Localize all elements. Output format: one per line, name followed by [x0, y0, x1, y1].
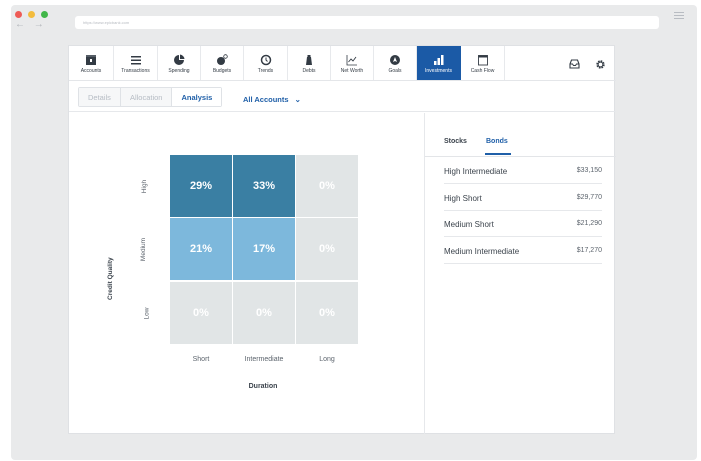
- cash-flow-icon: [477, 55, 488, 66]
- browser-nav-arrows: ← →: [15, 19, 47, 30]
- holding-name: High Short: [444, 194, 482, 203]
- debts-icon: [306, 55, 312, 65]
- heatmap-cell-medium-long: 0%: [296, 218, 358, 280]
- x-tick-label: Short: [192, 356, 210, 363]
- holding-name: Medium Intermediate: [444, 247, 520, 256]
- goals-icon: [390, 55, 400, 65]
- tab-bonds[interactable]: Bonds: [486, 138, 508, 145]
- y-tick-label: Low: [143, 307, 151, 320]
- tab-details[interactable]: Details: [79, 88, 121, 106]
- tab-stocks[interactable]: Stocks: [444, 138, 467, 145]
- y-tick-label: Medium: [140, 237, 148, 262]
- view-tab-group: Details Allocation Analysis: [78, 87, 223, 107]
- x-axis-title: Duration: [248, 383, 278, 390]
- heatmap-cell-high-long: 0%: [296, 155, 358, 217]
- back-arrow-icon[interactable]: ←: [15, 19, 28, 30]
- nav-label: Goals: [388, 68, 402, 74]
- heatmap-cell-low-long: 0%: [296, 282, 358, 344]
- x-tick-label: Long: [319, 356, 335, 363]
- holding-amount: $33,150: [576, 167, 602, 174]
- holding-row[interactable]: Medium Intermediate $17,270: [444, 237, 602, 264]
- nav-transactions[interactable]: Transactions: [114, 46, 158, 80]
- nav-label: Investments: [425, 68, 452, 74]
- hamburger-menu-icon[interactable]: [674, 12, 684, 21]
- heatmap-cell-medium-intermediate: 17%: [233, 218, 295, 280]
- holding-name: High Intermediate: [444, 167, 508, 176]
- spending-icon: [174, 54, 185, 65]
- heatmap-cell-high-short: 29%: [170, 155, 232, 217]
- nav-label: Transactions: [121, 68, 150, 74]
- nav-investments[interactable]: Investments: [417, 46, 461, 80]
- transactions-icon: [130, 56, 141, 65]
- heatmap-cell-medium-short: 21%: [170, 218, 232, 280]
- account-filter-dropdown[interactable]: All Accounts ⌄: [243, 95, 301, 104]
- holding-row[interactable]: High Short $29,770: [444, 184, 602, 211]
- tab-allocation[interactable]: Allocation: [120, 88, 173, 106]
- url-bar[interactable]: https://www.epicbank.com: [75, 16, 659, 29]
- inbox-icon[interactable]: [569, 59, 580, 69]
- nav-accounts[interactable]: Accounts: [69, 46, 114, 80]
- heatmap-cell-low-short: 0%: [170, 282, 232, 344]
- holding-row[interactable]: High Intermediate $33,150: [444, 157, 602, 184]
- nav-label: Debts: [302, 68, 316, 74]
- nav-label: Accounts: [80, 68, 102, 74]
- heatmap-cell-low-intermediate: 0%: [233, 282, 295, 344]
- nav-label: Budgets: [212, 68, 232, 74]
- top-navigation: Accounts Transactions Spending Budgets T…: [69, 46, 616, 81]
- minimize-window-button[interactable]: [28, 11, 35, 18]
- tab-analysis[interactable]: Analysis: [172, 88, 222, 106]
- investments-icon: [433, 55, 443, 65]
- holding-name: Medium Short: [444, 220, 494, 229]
- nav-debts[interactable]: Debts: [288, 46, 331, 80]
- y-axis-title: Credit Quality: [107, 257, 114, 300]
- budgets-icon: [217, 54, 228, 65]
- nav-label: Trends: [257, 68, 274, 74]
- nav-label: Net Worth: [340, 68, 364, 74]
- maximize-window-button[interactable]: [41, 11, 48, 18]
- net-worth-icon: [346, 55, 357, 66]
- holding-amount: $29,770: [576, 194, 602, 201]
- nav-trends[interactable]: Trends: [244, 46, 288, 80]
- nav-goals[interactable]: Goals: [374, 46, 417, 80]
- holdings-tabs: Stocks Bonds: [444, 138, 511, 155]
- nav-label: Cash Flow: [470, 68, 495, 74]
- active-tab-indicator: [485, 153, 511, 155]
- y-tick-label: High: [141, 179, 149, 194]
- browser-toolbar: ← → https://www.epicbank.com: [11, 5, 697, 35]
- heatmap-cell-high-intermediate: 33%: [233, 155, 295, 217]
- holding-amount: $17,270: [576, 247, 602, 254]
- nav-budgets[interactable]: Budgets: [201, 46, 244, 80]
- nav-cash-flow[interactable]: Cash Flow: [461, 46, 505, 80]
- accounts-icon: [86, 55, 96, 65]
- nav-spending[interactable]: Spending: [158, 46, 201, 80]
- trends-icon: [260, 54, 271, 66]
- account-filter-label: All Accounts: [243, 95, 289, 104]
- nav-net-worth[interactable]: Net Worth: [331, 46, 374, 80]
- close-window-button[interactable]: [15, 11, 22, 18]
- holding-amount: $21,290: [576, 220, 602, 227]
- holding-row[interactable]: Medium Short $21,290: [444, 210, 602, 237]
- chevron-down-icon: ⌄: [294, 95, 301, 104]
- panel-divider: [424, 113, 425, 434]
- sub-navigation: Details Allocation Analysis All Accounts…: [69, 82, 616, 112]
- nav-label: Spending: [168, 68, 190, 74]
- forward-arrow-icon[interactable]: →: [34, 19, 47, 30]
- app-panel: Accounts Transactions Spending Budgets T…: [68, 45, 616, 434]
- x-tick-label: Intermediate: [244, 356, 284, 363]
- gear-icon[interactable]: [595, 59, 606, 70]
